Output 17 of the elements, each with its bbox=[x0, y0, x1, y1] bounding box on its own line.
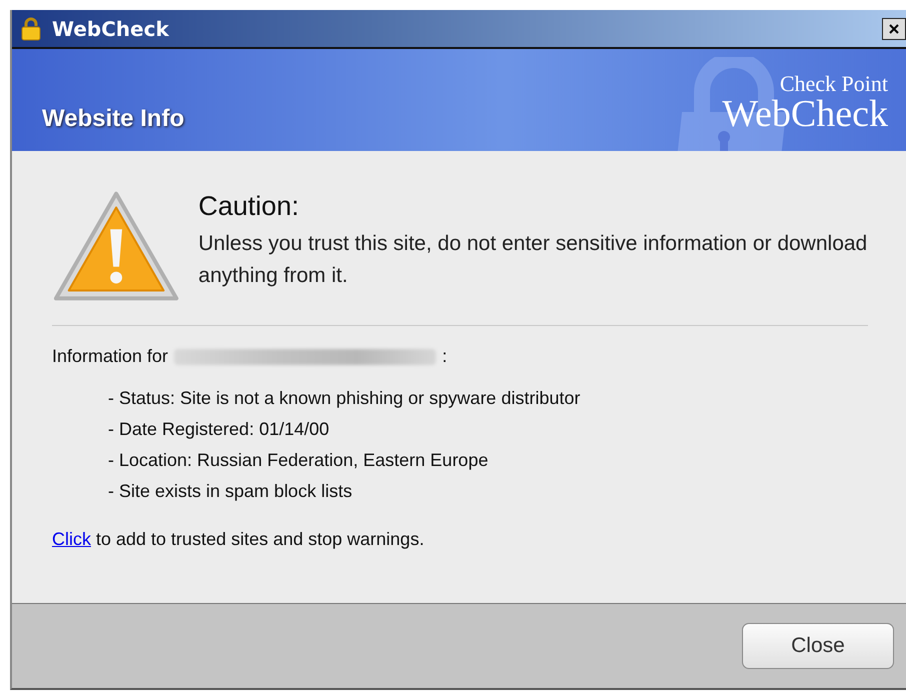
logo-title: WebCheck bbox=[722, 95, 888, 133]
close-button[interactable]: Close bbox=[742, 623, 894, 669]
info-label: Information for bbox=[52, 346, 168, 367]
trust-link[interactable]: Click bbox=[52, 529, 91, 549]
padlock-icon bbox=[20, 16, 42, 40]
window-title: WebCheck bbox=[52, 16, 169, 40]
caution-heading: Caution: bbox=[198, 191, 300, 222]
info-item: - Status: Site is not a known phishing or spyware distributor bbox=[108, 387, 582, 410]
info-item: - Date Registered: 01/14/00 bbox=[108, 418, 330, 441]
logo-subtitle: Check Point bbox=[780, 73, 888, 95]
banner-title: Website Info bbox=[42, 105, 184, 133]
info-item: - Site exists in spam block lists bbox=[108, 480, 354, 503]
caution-message: Unless you trust this site, do not enter sensitive information or download anything from it. bbox=[198, 231, 868, 289]
info-colon: : bbox=[442, 346, 448, 367]
trust-sentence: Click to add to trusted sites and stop warnings. bbox=[52, 529, 426, 550]
info-item: - Location: Russian Federation, Eastern Europe bbox=[108, 449, 490, 472]
close-icon[interactable] bbox=[882, 18, 906, 40]
